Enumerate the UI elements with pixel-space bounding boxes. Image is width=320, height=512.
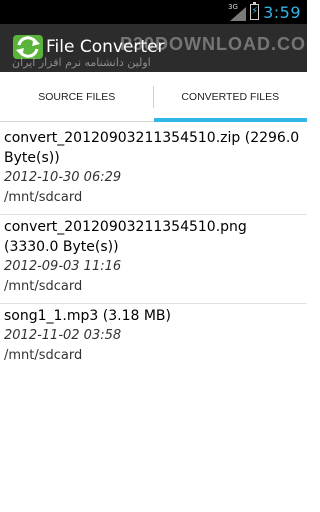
file-date: 2012-09-03 11:16 [4, 259, 122, 274]
tab-converted-files[interactable]: CONVERTED FILES [153, 72, 308, 122]
file-name: convert_20120903211354510.png (3330.0 By… [4, 219, 247, 255]
watermark-subtitle: اولین دانشنامه نرم افزار ایران [12, 56, 151, 69]
status-clock: 3:59 [263, 2, 301, 22]
tab-source-files[interactable]: SOURCE FILES [0, 72, 154, 121]
status-bar: 3G ⚡ 3:59 [0, 0, 307, 24]
file-path: /mnt/sdcard [4, 190, 83, 205]
file-date: 2012-11-02 03:58 [4, 328, 122, 343]
file-name: song1_1.mp3 (3.18 MB) [4, 308, 171, 324]
action-bar: File Converter P30DOWNLOAD.COM اولین دان… [0, 24, 307, 72]
tab-bar: SOURCE FILES CONVERTED FILES [0, 72, 307, 122]
list-item[interactable]: convert_20120903211354510.png (3330.0 By… [0, 215, 307, 304]
tab-label: CONVERTED FILES [181, 90, 280, 103]
file-path: /mnt/sdcard [4, 279, 83, 294]
file-date: 2012-10-30 06:29 [4, 170, 122, 185]
file-name: convert_20120903211354510.zip (2296.0 By… [4, 130, 300, 166]
battery-icon: ⚡ [250, 2, 260, 20]
list-item[interactable]: song1_1.mp3 (3.18 MB) 2012-11-02 03:58 /… [0, 304, 307, 372]
watermark: P30DOWNLOAD.COM [120, 34, 307, 54]
charging-bolt-icon: ⚡ [251, 6, 259, 17]
status-icons: 3G ⚡ 3:59 [228, 2, 301, 22]
signal-icon: 3G [228, 3, 247, 21]
tab-label: SOURCE FILES [38, 90, 116, 103]
list-item[interactable]: convert_20120903211354510.zip (2296.0 By… [0, 126, 307, 215]
file-path: /mnt/sdcard [4, 348, 83, 363]
file-list: convert_20120903211354510.zip (2296.0 By… [0, 126, 307, 372]
